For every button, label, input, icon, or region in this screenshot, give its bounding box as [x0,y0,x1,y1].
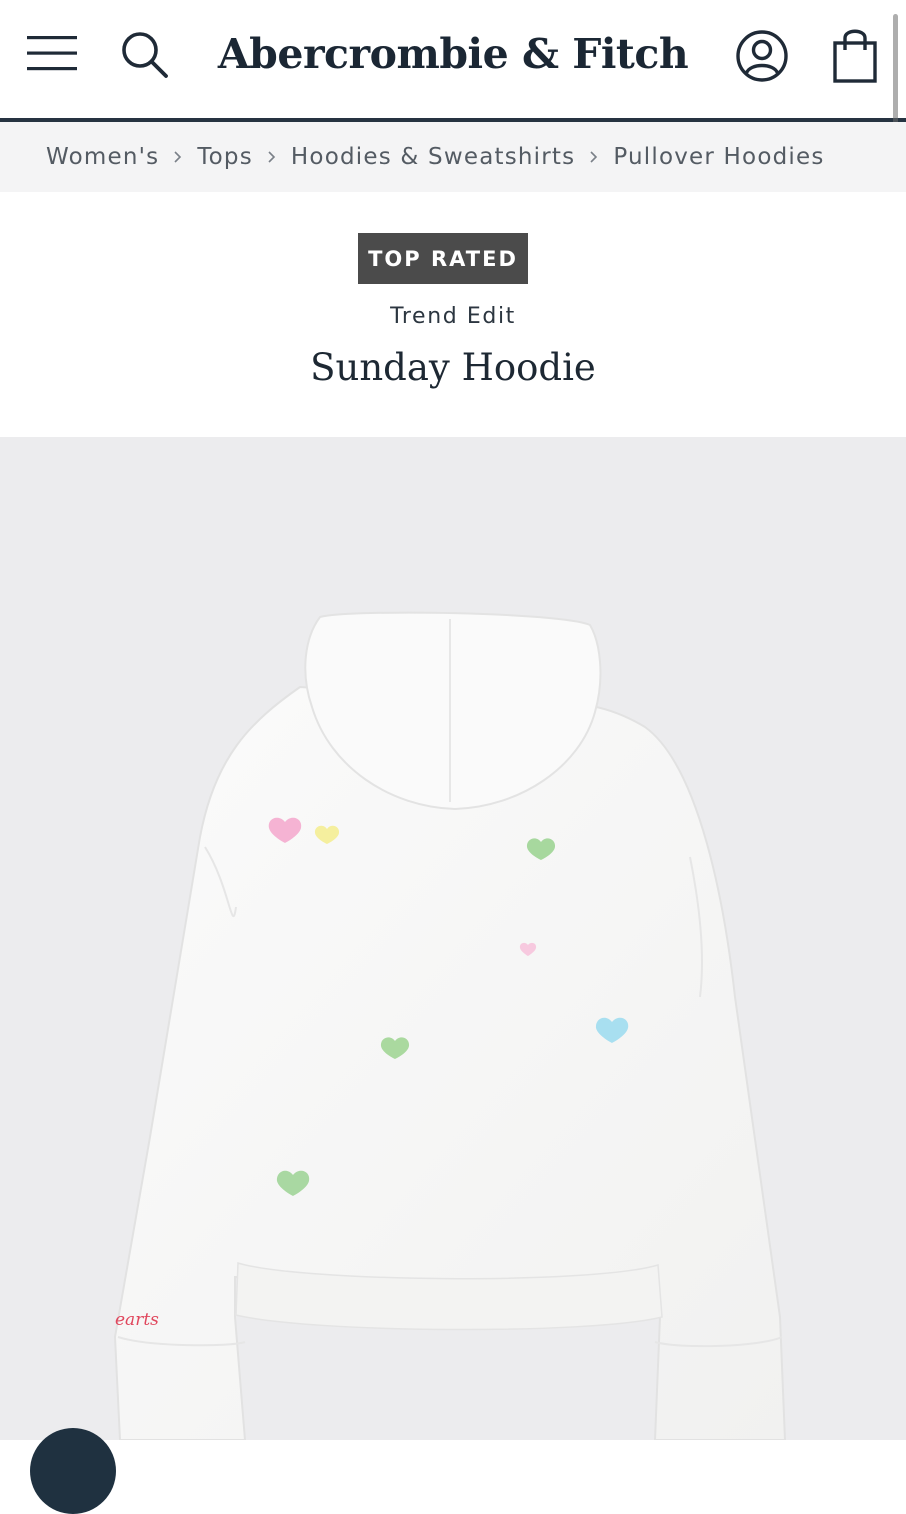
product-title: Sunday Hoodie [310,346,596,389]
chevron-right-icon [267,150,277,164]
breadcrumb-item-tops[interactable]: Tops [197,144,253,170]
account-button[interactable] [732,26,792,86]
account-icon [736,30,788,82]
chevron-right-icon [173,150,183,164]
breadcrumb-item-hoodies-sweatshirts[interactable]: Hoodies & Sweatshirts [291,144,575,170]
top-rated-badge: TOP RATED [358,233,528,284]
shopping-bag-icon [833,29,877,83]
sleeve-embroidery-text: earts [115,1310,159,1330]
breadcrumb-item-womens[interactable]: Women's [46,144,159,170]
breadcrumb: Women's Tops Hoodies & Sweatshirts Pullo… [0,122,906,192]
product-image[interactable]: earts [0,437,906,1440]
breadcrumb-item-pullover-hoodies[interactable]: Pullover Hoodies [613,144,824,170]
collection-label: Trend Edit [390,304,516,329]
shopping-bag-button[interactable] [828,24,882,86]
chat-button[interactable] [30,1428,116,1514]
hoodie-illustration: earts [113,611,787,1440]
site-header: Abercrombie & Fitch [0,0,906,152]
chevron-right-icon [589,150,599,164]
